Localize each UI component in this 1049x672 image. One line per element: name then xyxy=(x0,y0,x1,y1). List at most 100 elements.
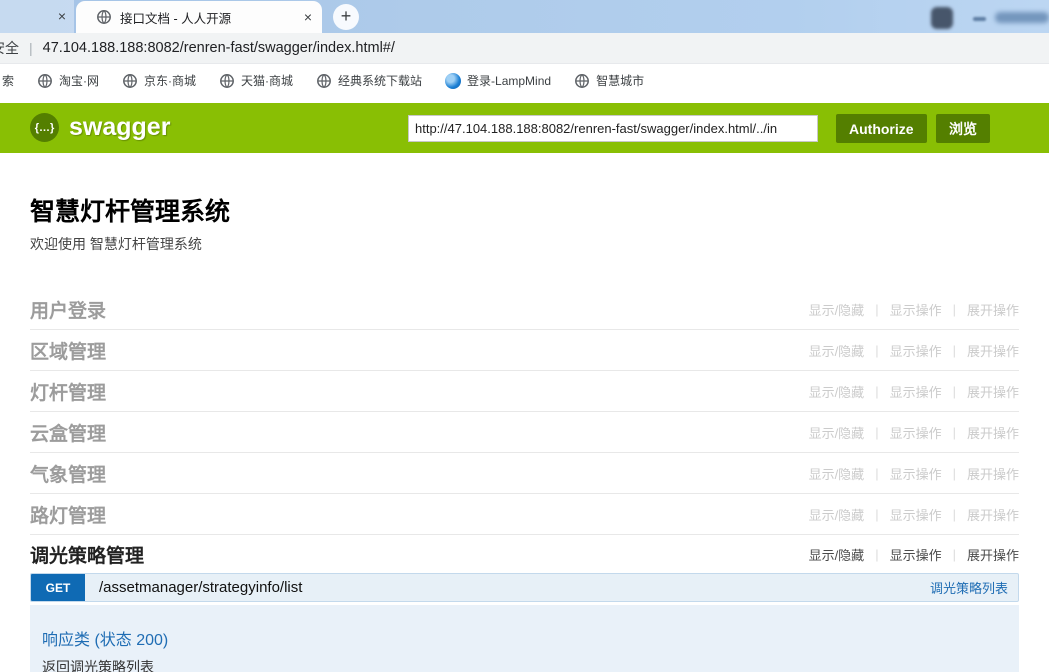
bookmark-label: 天猫·商城 xyxy=(241,72,293,89)
globe-icon xyxy=(37,73,53,89)
api-operation-row[interactable]: GET /assetmanager/strategyinfo/list 调光策略… xyxy=(30,573,1019,602)
operation-detail-panel: 响应类 (状态 200) 返回调光策略列表 xyxy=(30,605,1019,672)
api-section-row-expanded: 调光策略管理 显示/隐藏 | 显示操作 | 展开操作 xyxy=(30,535,1019,573)
globe-icon xyxy=(122,73,138,89)
http-method-badge: GET xyxy=(31,574,85,601)
link-separator: | xyxy=(875,384,878,399)
expand-operations-link[interactable]: 展开操作 xyxy=(967,382,1019,401)
api-url-input[interactable] xyxy=(408,115,818,142)
swagger-content: 智慧灯杆管理系统 欢迎使用 智慧灯杆管理系统 用户登录 显示/隐藏 | 显示操作… xyxy=(30,153,1019,672)
lampmind-icon xyxy=(445,73,461,89)
section-links: 显示/隐藏 | 显示操作 | 展开操作 xyxy=(809,505,1019,524)
page-url[interactable]: 47.104.188.188:8082/renren-fast/swagger/… xyxy=(43,40,395,56)
api-section-row: 区域管理 显示/隐藏 | 显示操作 | 展开操作 xyxy=(30,330,1019,371)
new-tab-button[interactable]: + xyxy=(333,4,359,30)
link-separator: | xyxy=(875,547,878,562)
expand-operations-link[interactable]: 展开操作 xyxy=(967,464,1019,483)
close-tab-icon[interactable]: × xyxy=(304,10,312,24)
section-links: 显示/隐藏 | 显示操作 | 展开操作 xyxy=(809,464,1019,483)
bookmark-classic-download[interactable]: 经典系统下载站 xyxy=(316,72,422,89)
page-title: 智慧灯杆管理系统 xyxy=(30,197,1019,228)
list-operations-link[interactable]: 显示操作 xyxy=(890,300,942,319)
section-links: 显示/隐藏 | 显示操作 | 展开操作 xyxy=(809,545,1019,564)
show-hide-link[interactable]: 显示/隐藏 xyxy=(809,464,865,483)
bookmark-label: 经典系统下载站 xyxy=(338,72,422,89)
section-links: 显示/隐藏 | 显示操作 | 展开操作 xyxy=(809,382,1019,401)
expand-operations-link[interactable]: 展开操作 xyxy=(967,300,1019,319)
bookmarks-bar: 索 淘宝·网 京东·商城 天猫·商城 经典系统下载站 登录-LampMind 智… xyxy=(0,64,1049,97)
section-title-weather[interactable]: 气象管理 xyxy=(30,460,106,487)
swagger-header: {…} swagger Authorize 浏览 xyxy=(0,103,1049,153)
section-title-dimming-strategy[interactable]: 调光策略管理 xyxy=(30,541,144,568)
close-tab-icon[interactable]: × xyxy=(58,9,66,23)
bookmark-lampmind[interactable]: 登录-LampMind xyxy=(445,72,551,89)
show-hide-link[interactable]: 显示/隐藏 xyxy=(809,300,865,319)
list-operations-link[interactable]: 显示操作 xyxy=(890,464,942,483)
swagger-logo[interactable]: {…} swagger xyxy=(30,113,170,142)
section-links: 显示/隐藏 | 显示操作 | 展开操作 xyxy=(809,341,1019,360)
link-separator: | xyxy=(953,547,956,562)
window-controls-blur xyxy=(995,12,1049,23)
link-separator: | xyxy=(875,425,878,440)
bookmark-smart-city[interactable]: 智慧城市 xyxy=(574,72,644,89)
list-operations-link[interactable]: 显示操作 xyxy=(890,382,942,401)
show-hide-link[interactable]: 显示/隐藏 xyxy=(809,341,865,360)
response-description: 返回调光策略列表 xyxy=(42,657,1007,672)
show-hide-link[interactable]: 显示/隐藏 xyxy=(809,545,865,564)
globe-icon xyxy=(316,73,332,89)
expand-operations-link[interactable]: 展开操作 xyxy=(967,545,1019,564)
explore-button[interactable]: 浏览 xyxy=(936,114,990,143)
section-title-user-login[interactable]: 用户登录 xyxy=(30,296,106,323)
api-section-row: 用户登录 显示/隐藏 | 显示操作 | 展开操作 xyxy=(30,289,1019,330)
section-links: 显示/隐藏 | 显示操作 | 展开操作 xyxy=(809,300,1019,319)
partial-tab[interactable]: × xyxy=(0,0,74,33)
operation-path[interactable]: /assetmanager/strategyinfo/list xyxy=(99,579,302,596)
section-title-streetlight[interactable]: 路灯管理 xyxy=(30,501,106,528)
active-tab[interactable]: 接口文档 - 人人开源 × xyxy=(76,1,322,33)
link-separator: | xyxy=(875,507,878,522)
bookmark-label: 登录-LampMind xyxy=(467,72,551,89)
bookmark-label: 智慧城市 xyxy=(596,72,644,89)
bookmark-label: 京东·商城 xyxy=(144,72,196,89)
api-section-row: 路灯管理 显示/隐藏 | 显示操作 | 展开操作 xyxy=(30,494,1019,535)
operation-summary-link[interactable]: 调光策略列表 xyxy=(930,578,1008,597)
bookmark-tmall[interactable]: 天猫·商城 xyxy=(219,72,293,89)
api-section-row: 云盒管理 显示/隐藏 | 显示操作 | 展开操作 xyxy=(30,412,1019,453)
address-bar[interactable]: 安全 | 47.104.188.188:8082/renren-fast/swa… xyxy=(0,33,1049,64)
link-separator: | xyxy=(953,343,956,358)
bookmark-taobao[interactable]: 淘宝·网 xyxy=(37,72,99,89)
list-operations-link[interactable]: 显示操作 xyxy=(890,341,942,360)
bookmark-jd[interactable]: 京东·商城 xyxy=(122,72,196,89)
show-hide-link[interactable]: 显示/隐藏 xyxy=(809,423,865,442)
section-title-area[interactable]: 区域管理 xyxy=(30,337,106,364)
section-title-cloudbox[interactable]: 云盒管理 xyxy=(30,419,106,446)
swagger-logo-icon: {…} xyxy=(30,113,59,142)
link-separator: | xyxy=(875,343,878,358)
address-separator: | xyxy=(29,40,33,56)
list-operations-link[interactable]: 显示操作 xyxy=(890,423,942,442)
browser-profile-avatar[interactable] xyxy=(931,7,953,29)
clipped-bookmark-label[interactable]: 索 xyxy=(2,72,14,89)
link-separator: | xyxy=(875,466,878,481)
link-separator: | xyxy=(953,302,956,317)
globe-favicon-icon xyxy=(96,9,112,25)
authorize-button[interactable]: Authorize xyxy=(836,114,927,143)
swagger-brand-text: swagger xyxy=(69,113,170,142)
expand-operations-link[interactable]: 展开操作 xyxy=(967,341,1019,360)
link-separator: | xyxy=(875,302,878,317)
list-operations-link[interactable]: 显示操作 xyxy=(890,545,942,564)
show-hide-link[interactable]: 显示/隐藏 xyxy=(809,505,865,524)
link-separator: | xyxy=(953,425,956,440)
list-operations-link[interactable]: 显示操作 xyxy=(890,505,942,524)
api-section-list: 用户登录 显示/隐藏 | 显示操作 | 展开操作 区域管理 显示/隐藏 | 显示… xyxy=(30,289,1019,672)
page-subtitle: 欢迎使用 智慧灯杆管理系统 xyxy=(30,236,1019,253)
expand-operations-link[interactable]: 展开操作 xyxy=(967,505,1019,524)
section-links: 显示/隐藏 | 显示操作 | 展开操作 xyxy=(809,423,1019,442)
show-hide-link[interactable]: 显示/隐藏 xyxy=(809,382,865,401)
expand-operations-link[interactable]: 展开操作 xyxy=(967,423,1019,442)
globe-icon xyxy=(219,73,235,89)
section-title-pole[interactable]: 灯杆管理 xyxy=(30,378,106,405)
link-separator: | xyxy=(953,384,956,399)
api-section-row: 气象管理 显示/隐藏 | 显示操作 | 展开操作 xyxy=(30,453,1019,494)
minimize-icon[interactable] xyxy=(973,17,986,21)
